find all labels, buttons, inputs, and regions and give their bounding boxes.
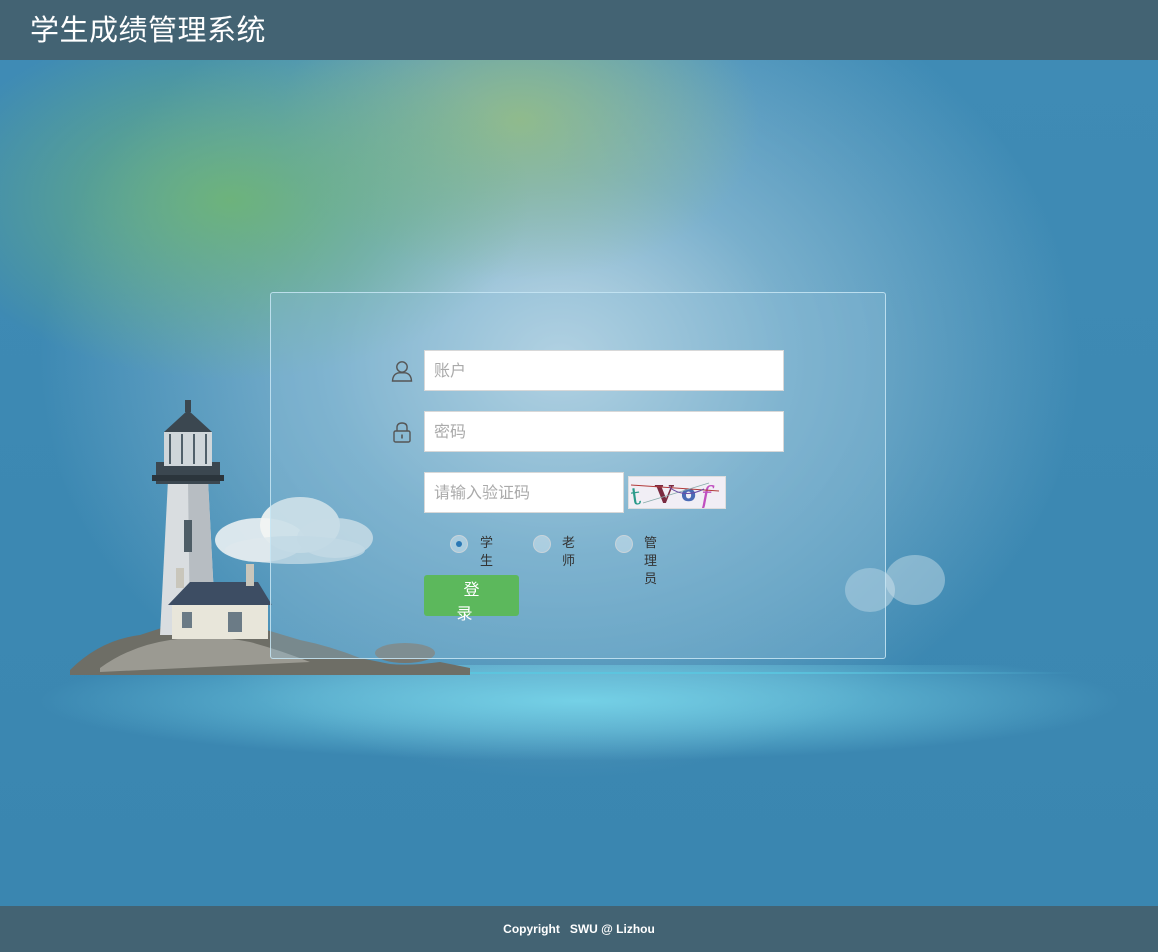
user-icon xyxy=(390,359,414,383)
login-button[interactable]: 登 录 xyxy=(424,575,519,616)
footer: Copyright SWU @ Lizhou xyxy=(0,906,1158,952)
password-input[interactable] xyxy=(424,411,784,452)
radio-admin[interactable] xyxy=(615,535,633,553)
radio-student[interactable] xyxy=(450,535,468,553)
captcha-image[interactable]: t V o f xyxy=(628,476,726,509)
radio-teacher-label: 老师 xyxy=(562,535,575,571)
lock-icon xyxy=(390,420,414,444)
captcha-input[interactable] xyxy=(424,472,624,513)
account-input[interactable] xyxy=(424,350,784,391)
captcha-char-2: V xyxy=(654,480,674,508)
radio-admin-label: 管理员 xyxy=(644,535,657,589)
captcha-drawing: t V o f xyxy=(629,477,725,508)
app-title: 学生成绩管理系统 xyxy=(30,12,266,48)
radio-teacher[interactable] xyxy=(533,535,551,553)
copyright-text: Copyright SWU @ Lizhou xyxy=(503,922,655,936)
top-header: 学生成绩管理系统 xyxy=(0,0,1158,60)
radio-student-label: 学生 xyxy=(480,535,493,571)
captcha-char-4: f xyxy=(699,482,715,508)
captcha-char-3: o xyxy=(681,482,696,507)
